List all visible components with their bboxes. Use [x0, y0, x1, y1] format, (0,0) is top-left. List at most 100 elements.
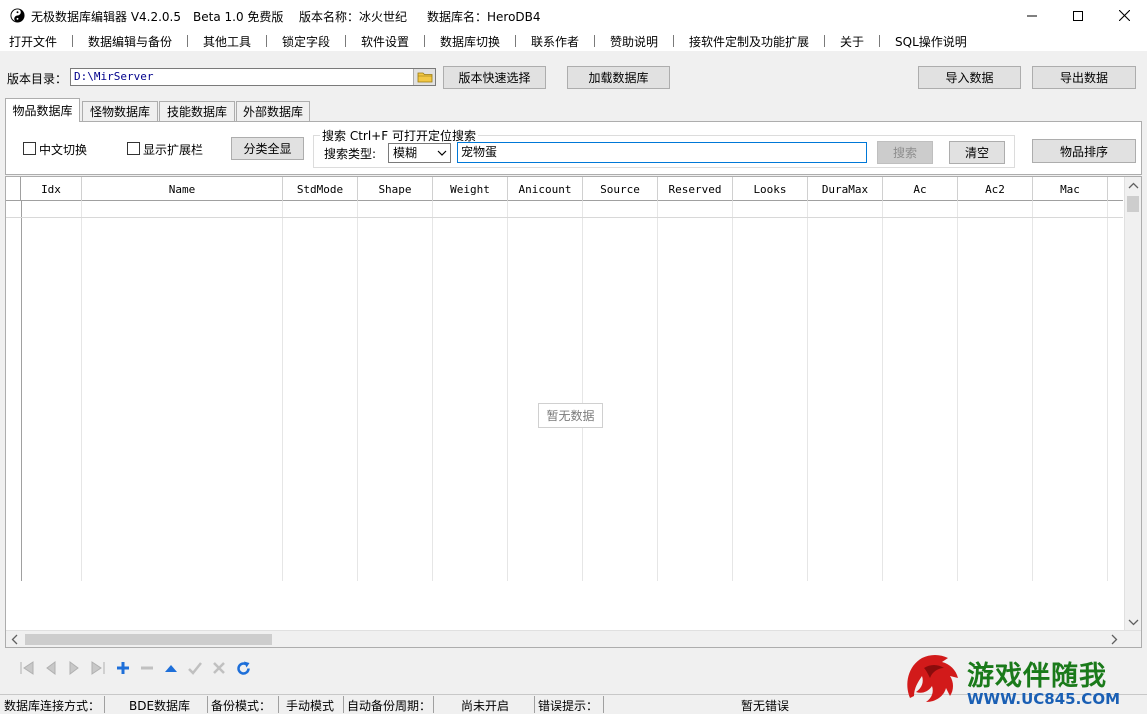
tab-skills[interactable]: 技能数据库 — [159, 101, 235, 121]
chinese-switch-label: 中文切换 — [39, 143, 88, 157]
chevron-down-icon — [437, 150, 447, 156]
show-all-categories-button[interactable]: 分类全显 — [231, 137, 304, 160]
next-record-icon[interactable] — [66, 660, 82, 676]
status-conn-value: BDE数据库 — [129, 699, 191, 713]
menu-custom[interactable]: 接软件定制及功能扩展 — [689, 33, 809, 50]
menu-settings[interactable]: 软件设置 — [361, 33, 409, 50]
search-input[interactable]: 宠物蛋 — [457, 142, 867, 163]
col-shape[interactable]: Shape — [358, 177, 433, 201]
grid-col-line — [81, 201, 82, 581]
scroll-up-icon[interactable] — [1125, 177, 1142, 194]
horizontal-scroll-thumb[interactable] — [25, 634, 272, 645]
empty-data-message: 暂无数据 — [538, 403, 603, 428]
col-reserved[interactable]: Reserved — [658, 177, 733, 201]
menu-separator — [879, 35, 880, 47]
menu-separator — [594, 35, 595, 47]
tab-external[interactable]: 外部数据库 — [236, 101, 310, 121]
dir-label: 版本目录： — [7, 72, 68, 86]
status-error-value: 暂无错误 — [741, 699, 790, 713]
refresh-icon[interactable] — [235, 660, 251, 676]
import-button[interactable]: 导入数据 — [918, 66, 1021, 89]
menu-other-tools[interactable]: 其他工具 — [203, 33, 251, 50]
menu-sponsor[interactable]: 赞助说明 — [610, 33, 658, 50]
search-type-value: 模糊 — [393, 146, 418, 160]
menu-sql-help[interactable]: SQL操作说明 — [895, 33, 967, 50]
col-mac[interactable]: Mac — [1033, 177, 1108, 201]
delete-record-icon[interactable] — [139, 660, 155, 676]
window-version-name: 版本名称：冰火世纪 — [299, 10, 408, 24]
menu-separator — [345, 35, 346, 47]
col-anicount[interactable]: Anicount — [508, 177, 583, 201]
col-idx[interactable]: Idx — [21, 177, 82, 201]
grid-col-line — [357, 201, 358, 581]
tab-items[interactable]: 物品数据库 — [5, 98, 80, 122]
first-record-icon[interactable] — [19, 660, 35, 676]
col-looks[interactable]: Looks — [733, 177, 808, 201]
minimize-icon — [1027, 15, 1037, 16]
app-icon — [10, 8, 25, 23]
grid-col-line — [957, 201, 958, 581]
col-duramax[interactable]: DuraMax — [808, 177, 883, 201]
horizontal-scrollbar[interactable] — [6, 630, 1141, 648]
dir-input[interactable]: D:\MirServer — [70, 68, 436, 86]
status-auto-label: 自动备份周期： — [347, 699, 432, 713]
status-separator — [534, 696, 535, 713]
post-record-icon[interactable] — [187, 660, 203, 676]
menu-bar: 打开文件 数据编辑与备份 其他工具 锁定字段 软件设置 数据库切换 联系作者 赞… — [0, 31, 1147, 51]
col-ac2[interactable]: Ac2 — [958, 177, 1033, 201]
status-separator — [278, 696, 279, 713]
search-button[interactable]: 搜索 — [877, 141, 933, 164]
maximize-button[interactable] — [1055, 0, 1101, 31]
menu-separator — [824, 35, 825, 47]
dragon-logo-icon — [907, 655, 958, 702]
insert-record-icon[interactable] — [115, 660, 131, 676]
scroll-left-icon[interactable] — [6, 631, 23, 648]
last-record-icon[interactable] — [90, 660, 106, 676]
menu-lock-field[interactable]: 锁定字段 — [282, 33, 330, 50]
scroll-right-icon[interactable] — [1106, 631, 1123, 648]
close-icon — [1118, 10, 1130, 21]
vertical-scrollbar[interactable] — [1124, 177, 1141, 631]
col-weight[interactable]: Weight — [433, 177, 508, 201]
menu-open-file[interactable]: 打开文件 — [9, 33, 57, 50]
show-ext-checkbox[interactable] — [127, 142, 140, 155]
tab-monsters[interactable]: 怪物数据库 — [82, 101, 158, 121]
menu-db-switch[interactable]: 数据库切换 — [440, 33, 500, 50]
status-backup-label: 备份模式： — [211, 699, 272, 713]
prior-record-icon[interactable] — [43, 660, 59, 676]
status-auto-value: 尚未开启 — [461, 699, 510, 713]
sort-items-button[interactable]: 物品排序 — [1032, 139, 1136, 163]
col-source[interactable]: Source — [583, 177, 658, 201]
quick-select-button[interactable]: 版本快速选择 — [443, 66, 546, 89]
vertical-scroll-thumb[interactable] — [1127, 196, 1139, 212]
clear-button[interactable]: 清空 — [949, 141, 1005, 164]
chinese-switch-checkbox[interactable] — [23, 142, 36, 155]
menu-contact[interactable]: 联系作者 — [531, 33, 579, 50]
minimize-button[interactable] — [1009, 0, 1055, 31]
grid-col-line — [1107, 201, 1108, 581]
table-row[interactable] — [6, 217, 1123, 218]
status-separator — [207, 696, 208, 713]
menu-separator — [187, 35, 188, 47]
col-ac[interactable]: Ac — [883, 177, 958, 201]
search-group-title: 搜索 Ctrl+F 可打开定位搜索 — [320, 127, 478, 144]
close-button[interactable] — [1101, 0, 1147, 31]
edit-record-icon[interactable] — [163, 660, 179, 676]
window-db-name: 数据库名：HeroDB4 — [427, 10, 541, 24]
export-button[interactable]: 导出数据 — [1032, 66, 1136, 89]
cancel-edit-icon[interactable] — [211, 660, 227, 676]
grid-col-line — [582, 201, 583, 581]
menu-about[interactable]: 关于 — [840, 33, 864, 50]
menu-separator — [72, 35, 73, 47]
menu-separator — [515, 35, 516, 47]
menu-edit-backup[interactable]: 数据编辑与备份 — [88, 33, 172, 50]
col-name[interactable]: Name — [82, 177, 283, 201]
load-db-button[interactable]: 加载数据库 — [567, 66, 670, 89]
search-type-select[interactable]: 模糊 — [388, 143, 451, 163]
grid-header: Idx Name StdMode Shape Weight Anicount S… — [6, 177, 1123, 201]
status-separator — [433, 696, 434, 713]
col-stdmode[interactable]: StdMode — [283, 177, 358, 201]
scroll-down-icon[interactable] — [1125, 614, 1142, 631]
status-separator — [343, 696, 344, 713]
folder-browse-button[interactable] — [413, 69, 435, 85]
